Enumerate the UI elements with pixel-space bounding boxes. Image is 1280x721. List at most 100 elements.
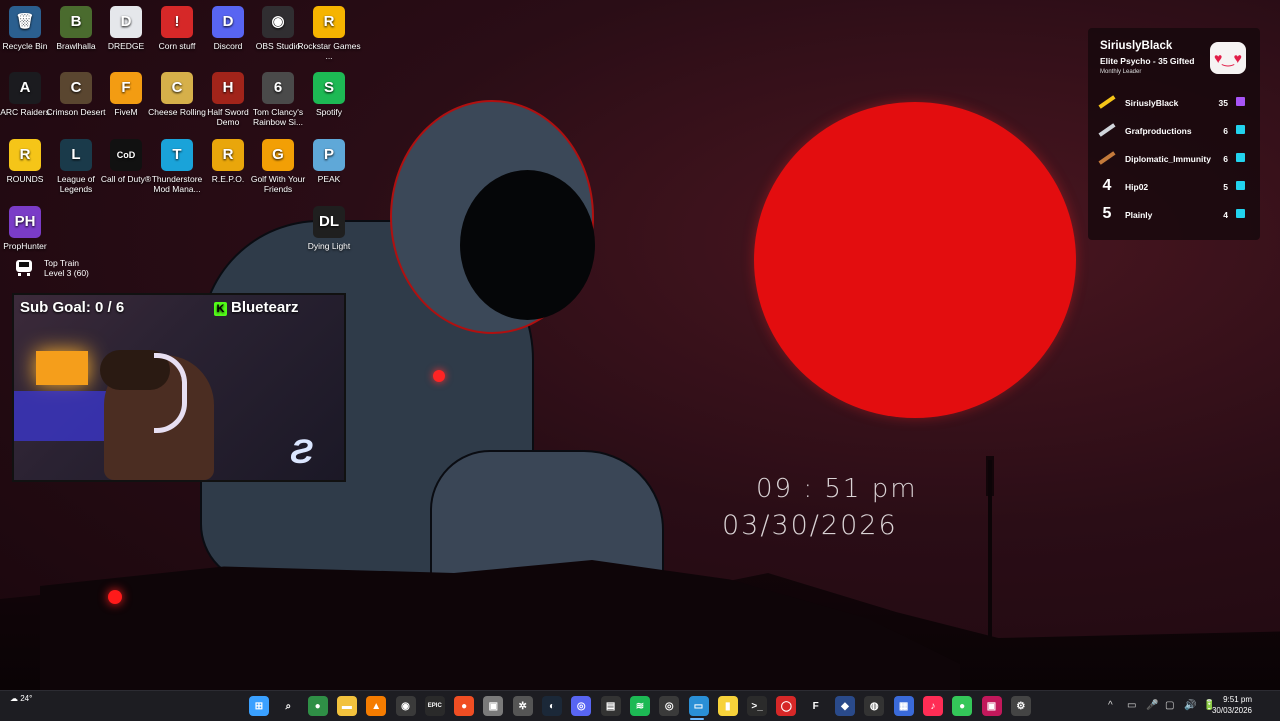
- discord-icon[interactable]: ◎: [571, 696, 592, 716]
- leaderboard-username: Diplomatic_Immunity: [1125, 154, 1211, 164]
- red-sun: [754, 102, 1076, 418]
- sword-icon: [1098, 123, 1116, 137]
- app-icon: G: [262, 139, 294, 171]
- weather-temp: 24°: [20, 694, 33, 703]
- rank-number: 4: [1102, 177, 1112, 194]
- xbox-icon[interactable]: ◎: [659, 696, 680, 716]
- channel-tag: K Bluetearz: [214, 299, 299, 316]
- taskbar-date: 30/03/2026: [1211, 706, 1252, 715]
- astronaut-lamp: [433, 370, 445, 382]
- app-icon: D: [110, 6, 142, 38]
- gift-count: 35: [1218, 98, 1228, 108]
- leaderboard-username: Plainly: [1125, 210, 1153, 220]
- app-green-icon[interactable]: ●: [952, 696, 973, 716]
- app-icon: ◉: [262, 6, 294, 38]
- desktop-icon[interactable]: DL Dying Light: [296, 206, 362, 251]
- kick-icon: K: [214, 302, 227, 316]
- top-train-title: Top Train: [44, 258, 79, 268]
- gift-count: 6: [1223, 126, 1228, 136]
- building-silhouette: [40, 560, 960, 690]
- f-icon[interactable]: F: [806, 696, 826, 716]
- desktop-icon-label: PropHunter: [3, 241, 47, 251]
- settings-icon[interactable]: ⚙: [1010, 696, 1031, 716]
- app-icon-2[interactable]: ▤: [600, 696, 621, 716]
- terminal-icon[interactable]: >_: [747, 696, 768, 716]
- gift-icon: [1236, 125, 1245, 134]
- vlc-icon[interactable]: ▲: [366, 696, 387, 716]
- train-icon: [16, 260, 32, 276]
- app-icon: CoD: [110, 139, 142, 171]
- wallpaper-clock-date: 03/30/2026: [722, 510, 898, 541]
- leaderboard-username: SiriuslyBlack: [1125, 98, 1179, 108]
- steam-icon[interactable]: ◐: [542, 696, 562, 716]
- brave-icon[interactable]: ●: [454, 696, 475, 716]
- leaderboard-row: Grafproductions 6: [1098, 122, 1250, 140]
- app-red-icon[interactable]: ◯: [776, 696, 797, 716]
- rank-number: 5: [1102, 205, 1112, 222]
- app-icon: DL: [313, 206, 345, 238]
- gift-icon: [1236, 97, 1245, 106]
- app-icon: S: [313, 72, 345, 104]
- show-hidden-icons-icon[interactable]: ^: [1108, 700, 1113, 711]
- photos-icon[interactable]: ▭: [688, 696, 709, 716]
- app-icon[interactable]: ▣: [483, 696, 504, 716]
- app-dark-icon[interactable]: ◍: [864, 696, 885, 716]
- wallpaper-clock-time: 09 : 51 pm: [756, 474, 918, 504]
- chrome-icon[interactable]: ●: [307, 696, 328, 716]
- obs-icon[interactable]: ◉: [395, 696, 416, 716]
- network-icon[interactable]: ▢: [1165, 700, 1174, 711]
- app-icon: B: [60, 6, 92, 38]
- leader-avatar: ♥‿♥: [1210, 42, 1246, 74]
- leaderboard-username: Hip02: [1125, 182, 1149, 192]
- leaderboard-widget: SiriuslyBlack Elite Psycho - 35 Gifted M…: [1088, 28, 1260, 240]
- stream-logo-icon: Ƨ: [290, 433, 313, 471]
- folder-icon[interactable]: ▬: [336, 696, 357, 716]
- taskbar-clock[interactable]: 9:51 pm 30/03/2026: [1206, 694, 1252, 716]
- leaderboard-row: 5 Plainly 4: [1098, 206, 1250, 224]
- settings-wheel-icon[interactable]: ✲: [512, 696, 533, 716]
- spotify-icon[interactable]: ≋: [629, 696, 650, 716]
- tiktok-icon[interactable]: ♪: [922, 696, 943, 716]
- start-icon[interactable]: ⊞: [249, 696, 269, 716]
- desktop-icon[interactable]: P PEAK: [296, 139, 362, 184]
- gift-icon: [1236, 209, 1245, 218]
- app-icon: PH: [9, 206, 41, 238]
- display-icon[interactable]: ▭: [1127, 700, 1136, 711]
- microphone-icon[interactable]: 🎤: [1146, 700, 1158, 711]
- leaderboard-row: Diplomatic_Immunity 6: [1098, 150, 1250, 168]
- leader-subtitle: Elite Psycho - 35 Gifted: [1100, 56, 1195, 66]
- app-icon: L: [60, 139, 92, 171]
- desktop-icon[interactable]: S Spotify: [296, 72, 362, 117]
- gift-count: 5: [1223, 182, 1228, 192]
- weather-widget[interactable]: ☁ 24°: [10, 694, 32, 703]
- leaderboard-row: SiriuslyBlack 35: [1098, 94, 1250, 112]
- gift-icon: [1236, 181, 1245, 190]
- app-icon: T: [161, 139, 193, 171]
- taskbar-time: 9:51 pm: [1223, 695, 1252, 704]
- app-icon: C: [161, 72, 193, 104]
- app-pink-icon[interactable]: ▣: [981, 696, 1002, 716]
- app-icon: P: [313, 139, 345, 171]
- cam-light: [36, 351, 88, 385]
- app-diamond-icon[interactable]: ◆: [835, 696, 855, 716]
- sword-icon: [1098, 151, 1116, 165]
- astronaut-visor: [460, 170, 595, 320]
- gift-icon: [1236, 153, 1245, 162]
- desktop-icon-label: Rockstar Games ...: [297, 41, 361, 61]
- epic-icon[interactable]: EPIC: [424, 696, 445, 716]
- desktop-icon-label: PEAK: [317, 174, 341, 184]
- top-train-level: Level 3 (60): [44, 268, 89, 278]
- desktop-icon[interactable]: PH PropHunter: [0, 206, 58, 251]
- app-icon: R: [313, 6, 345, 38]
- search-icon[interactable]: ⌕: [278, 696, 298, 716]
- app-blue-icon[interactable]: ▦: [893, 696, 914, 716]
- leaderboard-row: 4 Hip02 5: [1098, 178, 1250, 196]
- gift-count: 6: [1223, 154, 1228, 164]
- app-icon: 🗑: [9, 6, 41, 38]
- desktop-icon[interactable]: R Rockstar Games ...: [296, 6, 362, 61]
- volume-icon[interactable]: 🔊: [1184, 700, 1196, 711]
- app-icon: A: [9, 72, 41, 104]
- sword-icon: [1098, 95, 1116, 109]
- app-icon: D: [212, 6, 244, 38]
- sticky-notes-icon[interactable]: ▮: [717, 696, 738, 716]
